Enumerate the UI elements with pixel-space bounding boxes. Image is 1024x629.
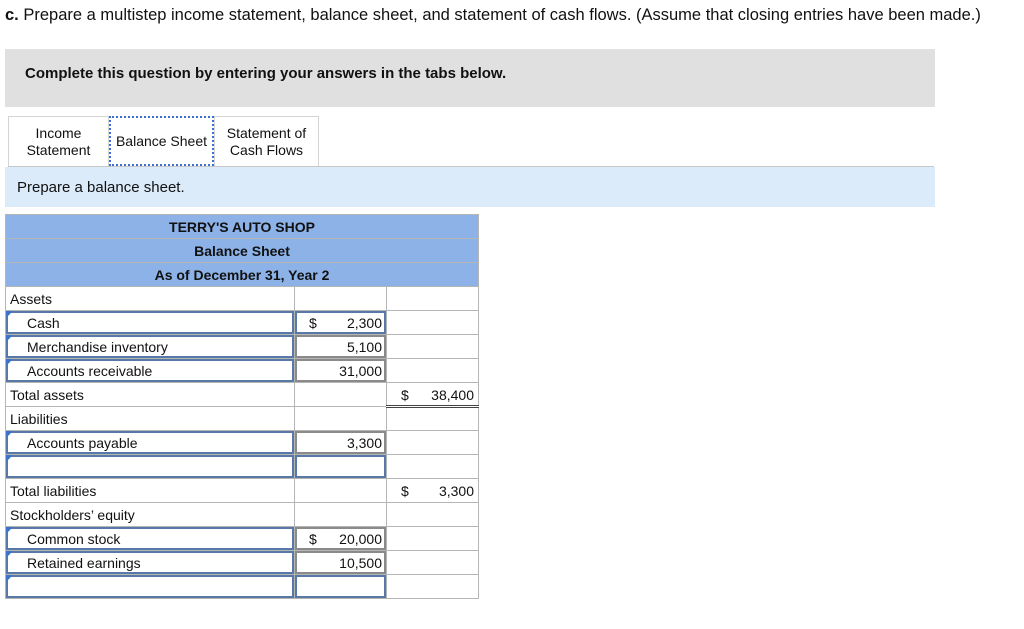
table-row	[5, 454, 479, 479]
statement-date: As of December 31, Year 2	[5, 262, 479, 287]
table-row: Accounts payable 3,300	[5, 430, 479, 455]
table-row: Liabilities	[5, 406, 479, 431]
question-text: c. Prepare a multistep income statement,…	[5, 6, 1020, 25]
retained-earnings-amount-input[interactable]: 10,500	[294, 550, 387, 575]
assets-heading: Assets	[5, 286, 295, 311]
header-company-row: TERRY'S AUTO SHOP	[5, 214, 479, 239]
receivable-label-input[interactable]: Accounts receivable	[5, 358, 295, 383]
payable-label-input[interactable]: Accounts payable	[5, 430, 295, 455]
inventory-label-input[interactable]: Merchandise inventory	[5, 334, 295, 359]
liabilities-heading: Liabilities	[5, 406, 295, 431]
cash-amount-input[interactable]: $2,300	[294, 310, 387, 335]
tab-income-statement[interactable]: Income Statement	[8, 116, 109, 166]
table-row: Assets	[5, 286, 479, 311]
instruction-text: Prepare a balance sheet.	[17, 179, 185, 196]
table-row: Accounts receivable 31,000	[5, 358, 479, 383]
empty-equity-amount-input[interactable]	[294, 574, 387, 599]
total-assets-label: Total assets	[5, 382, 295, 407]
table-row: Cash $2,300	[5, 310, 479, 335]
table-row: Stockholders’ equity	[5, 502, 479, 527]
table-row: Common stock $20,000	[5, 526, 479, 551]
empty-liability-amount-input[interactable]	[294, 454, 387, 479]
empty-liability-label-input[interactable]	[5, 454, 295, 479]
receivable-amount-input[interactable]: 31,000	[294, 358, 387, 383]
question-body: Prepare a multistep income statement, ba…	[18, 6, 981, 24]
common-stock-amount-input[interactable]: $20,000	[294, 526, 387, 551]
table-row: Total liabilities $3,300	[5, 478, 479, 503]
instructions-banner: Complete this question by entering your …	[5, 49, 935, 107]
table-row	[5, 574, 479, 599]
inventory-amount-input[interactable]: 5,100	[294, 334, 387, 359]
total-assets-amount: $38,400	[386, 382, 479, 408]
tab-cash-flows[interactable]: Statement of Cash Flows	[214, 116, 319, 166]
tab-balance-sheet[interactable]: Balance Sheet	[109, 116, 214, 166]
cash-label-input[interactable]: Cash	[5, 310, 295, 335]
table-row: Retained earnings 10,500	[5, 550, 479, 575]
retained-earnings-label-input[interactable]: Retained earnings	[5, 550, 295, 575]
question-prefix: c.	[5, 6, 19, 24]
balance-sheet-table: TERRY'S AUTO SHOP Balance Sheet As of De…	[5, 214, 479, 599]
table-row: Total assets $38,400	[5, 382, 479, 408]
total-liabilities-amount: $3,300	[386, 478, 479, 503]
company-name: TERRY'S AUTO SHOP	[5, 214, 479, 239]
common-stock-label-input[interactable]: Common stock	[5, 526, 295, 551]
empty-equity-label-input[interactable]	[5, 574, 295, 599]
table-row: Merchandise inventory 5,100	[5, 334, 479, 359]
payable-amount-input[interactable]: 3,300	[294, 430, 387, 455]
header-date-row: As of December 31, Year 2	[5, 262, 479, 287]
instruction-bar: Prepare a balance sheet.	[5, 167, 935, 207]
total-liabilities-label: Total liabilities	[5, 478, 295, 503]
banner-text: Complete this question by entering your …	[25, 65, 507, 82]
header-title-row: Balance Sheet	[5, 238, 479, 263]
equity-heading: Stockholders’ equity	[5, 502, 295, 527]
statement-title: Balance Sheet	[5, 238, 479, 263]
